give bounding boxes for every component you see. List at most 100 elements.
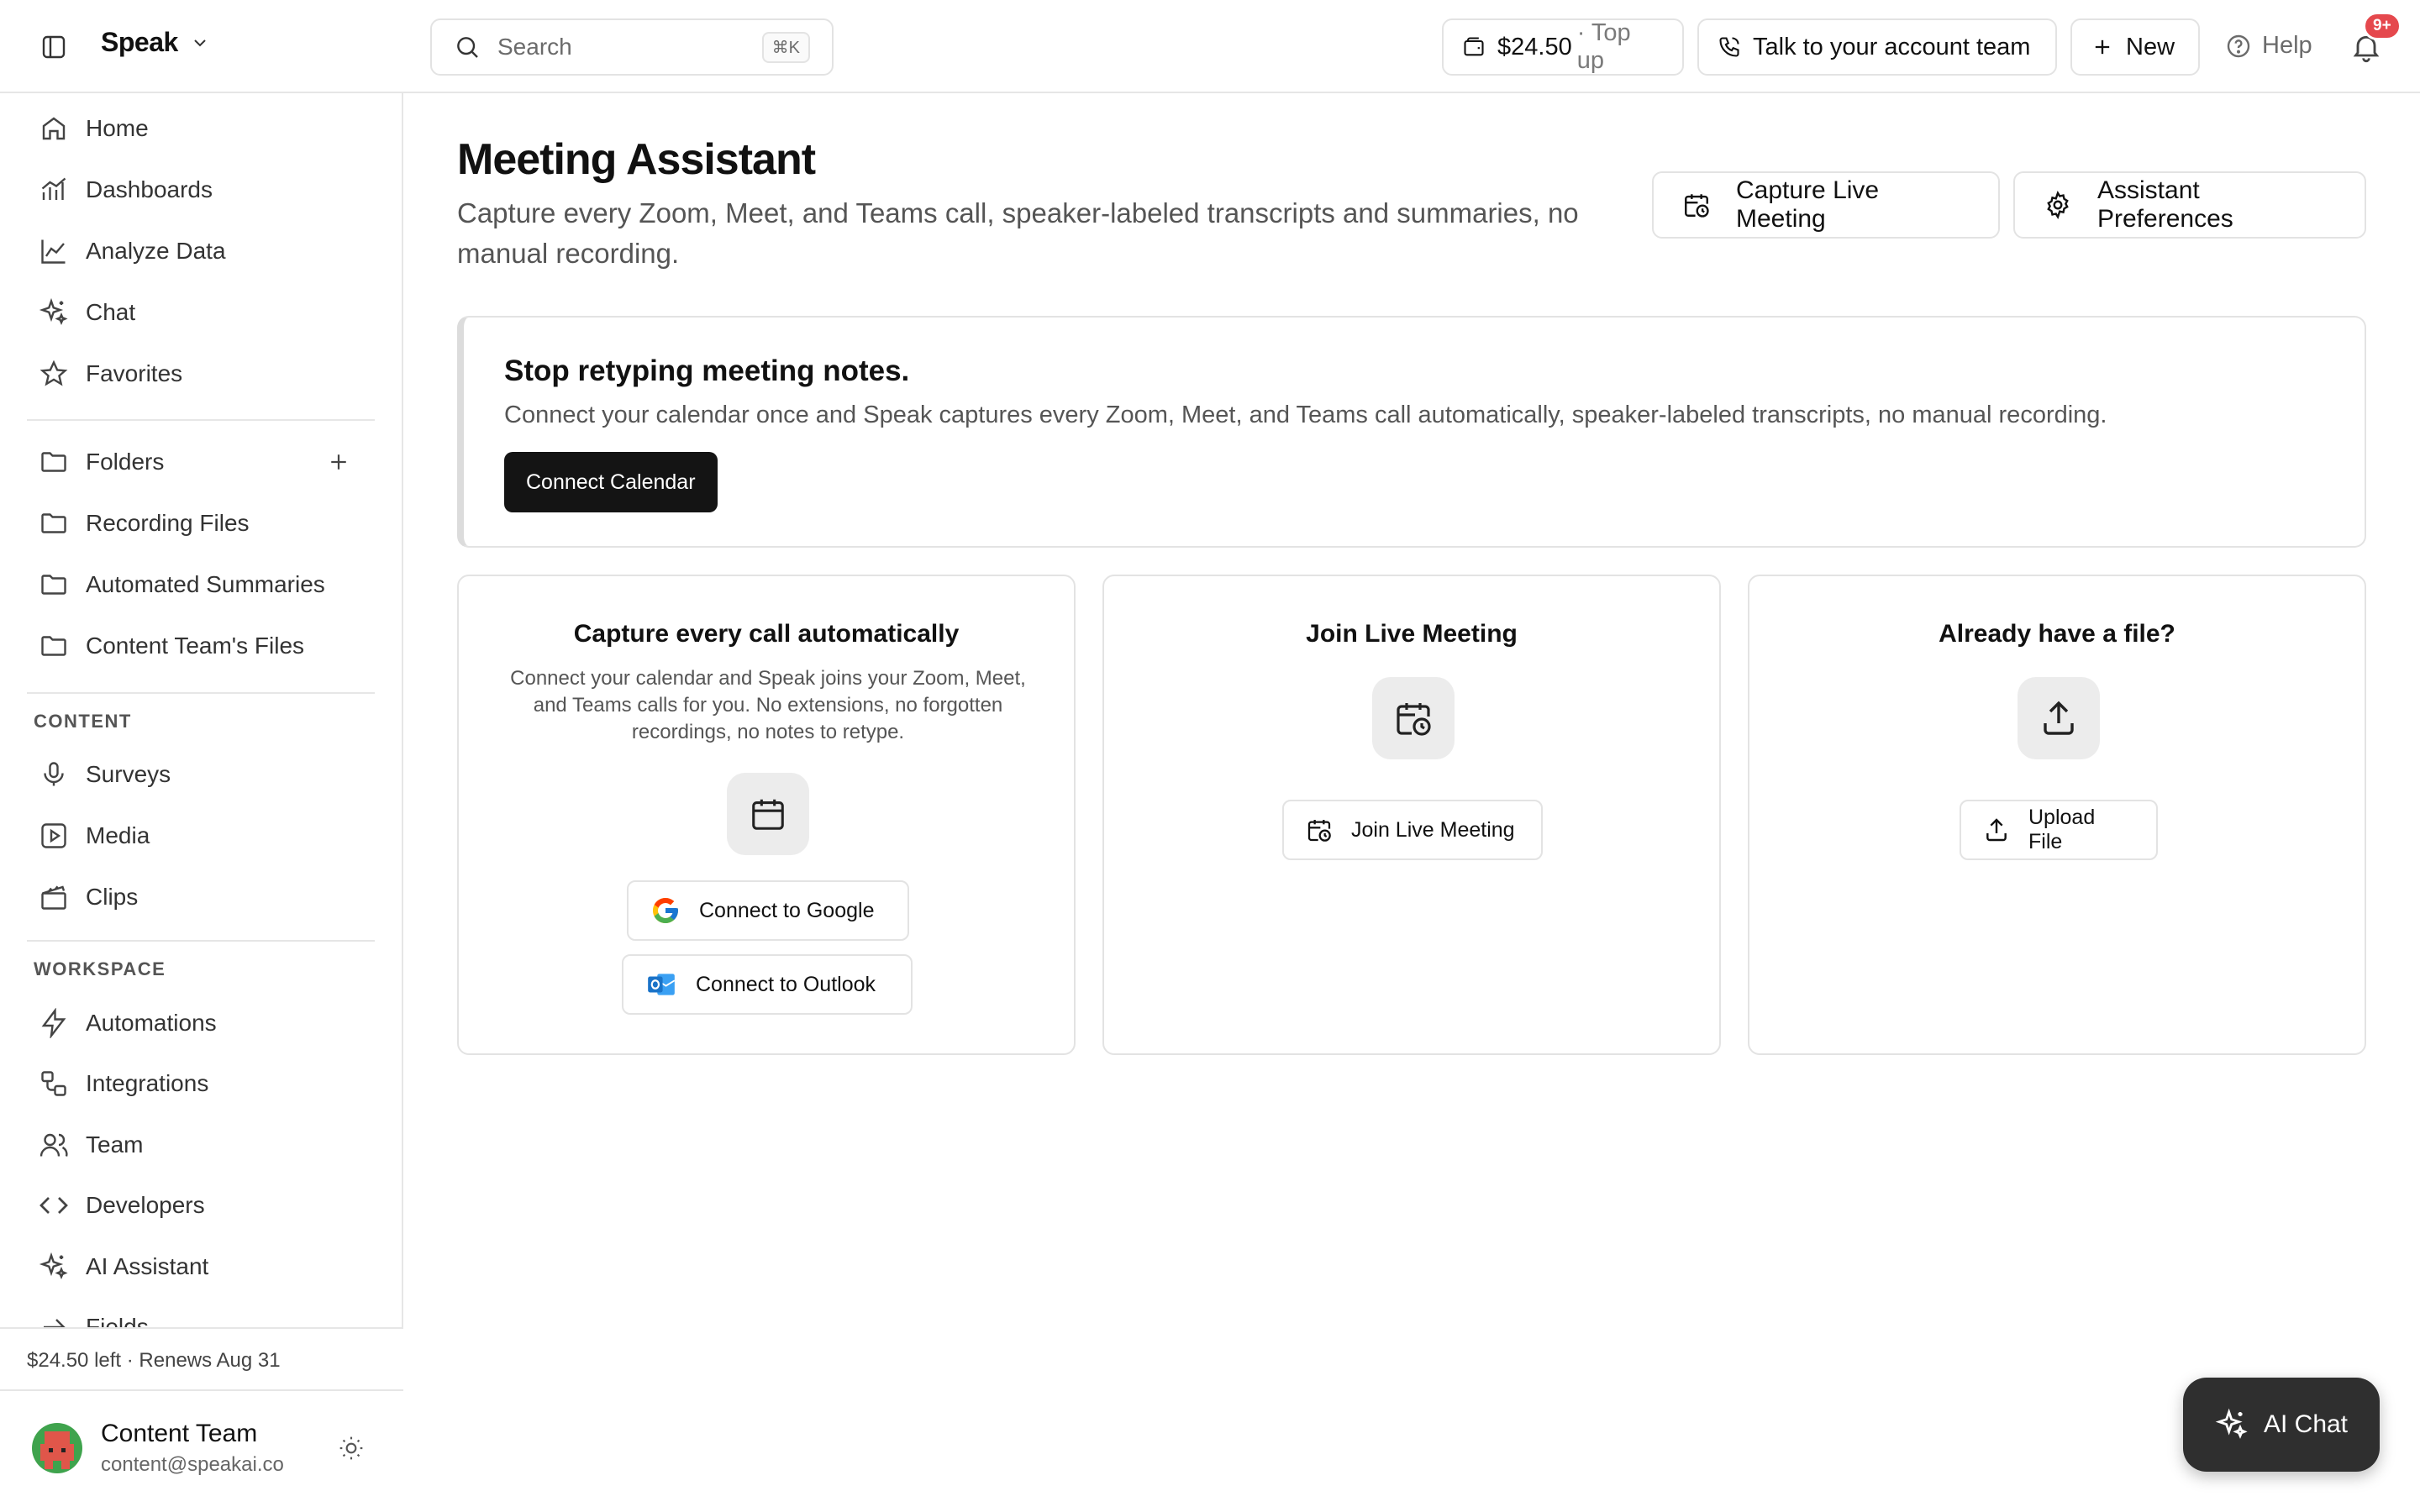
user-name[interactable]: Content Team [101,1420,257,1448]
join-live-meeting-label: Join Live Meeting [1351,817,1515,842]
connect-calendar-button[interactable]: Connect Calendar [504,452,718,512]
content-section-heading: CONTENT [34,711,132,732]
sidebar-item-label: Team [86,1131,144,1158]
sidebar-item-developers[interactable]: Developers [27,1179,376,1232]
sidebar-item-content-team-files[interactable]: Content Team's Files [27,619,376,673]
sidebar-item-label: Home [86,115,149,141]
calendar-clock-icon [1306,816,1333,843]
sidebar-item-label: Chat [86,299,136,325]
plus-icon [2091,35,2114,59]
top-bar: Speak Search ⌘K $24.50 · Top up Talk to … [0,0,2420,93]
workspace-switcher[interactable]: Speak [101,27,210,58]
sidebar-toggle-icon[interactable] [40,34,67,60]
talk-label: Talk to your account team [1753,33,2031,60]
upload-file-label: Upload File [2028,806,2096,853]
integrations-icon [39,1068,69,1099]
clapperboard-icon [39,882,69,912]
folder-icon [39,508,69,538]
star-icon [39,359,69,389]
sidebar-item-label: Integrations [86,1070,209,1096]
sidebar-item-home[interactable]: Home [27,102,376,155]
sidebar-divider [0,1389,403,1391]
help-circle-icon [2225,33,2252,60]
connect-google-button[interactable]: Connect to Google [627,880,909,941]
sidebar-item-folders[interactable]: Folders [27,435,376,489]
sidebar-item-surveys[interactable]: Surveys [27,748,376,801]
calendar-clock-icon [1372,677,1455,759]
help-button[interactable]: Help [2225,32,2312,60]
new-button[interactable]: New [2070,18,2200,76]
sidebar-item-chat[interactable]: Chat [27,286,376,339]
sidebar-divider [27,419,375,421]
talk-to-account-team-button[interactable]: Talk to your account team [1697,18,2057,76]
join-live-meeting-button[interactable]: Join Live Meeting [1282,800,1543,860]
card-title: Already have a file? [1939,620,2175,648]
balance-amount: $24.50 [1497,33,1572,60]
balance-top-up-button[interactable]: $24.50 · Top up [1442,18,1684,76]
sidebar-item-label: Clips [86,884,139,910]
new-label: New [2126,33,2175,60]
assistant-preferences-button[interactable]: Assistant Preferences [2013,171,2366,239]
top-up-label: · Top up [1576,19,1631,74]
connect-outlook-button[interactable]: Connect to Outlook [622,954,913,1015]
ai-chat-label: AI Chat [2263,1410,2349,1438]
upload-file-card: Already have a file? Upload File [1748,575,2366,1055]
plan-status: $24.50 left · Renews Aug 31 [27,1349,281,1372]
sidebar-item-media[interactable]: Media [27,809,376,863]
lightning-icon [39,1008,69,1038]
card-title: Capture every call automatically [573,620,960,648]
sidebar-item-label: Developers [86,1192,205,1218]
sidebar-item-label: Analyze Data [86,238,226,264]
sun-icon[interactable] [338,1435,365,1462]
upload-file-button[interactable]: Upload File [1960,800,2158,860]
banner-title: Stop retyping meeting notes. [504,354,910,387]
sidebar-item-label: AI Assistant [86,1253,209,1279]
sidebar-item-dashboards[interactable]: Dashboards [27,163,376,217]
join-live-meeting-card: Join Live Meeting Join Live Meeting [1102,575,1721,1055]
card-description: Connect your calendar and Speak joins yo… [510,667,1026,743]
avatar[interactable] [32,1423,82,1473]
sidebar-item-ai-assistant[interactable]: AI Assistant [27,1240,376,1294]
sidebar-item-team[interactable]: Team [27,1118,376,1172]
sidebar-item-recording-files[interactable]: Recording Files [27,496,376,550]
upload-icon [2018,677,2100,759]
google-logo-icon [650,895,681,926]
sidebar-item-label: Folders [86,449,165,475]
capture-automatically-card: Capture every call automatically Connect… [457,575,1076,1055]
home-icon [39,113,69,144]
sidebar-item-favorites[interactable]: Favorites [27,347,376,401]
search-bar[interactable]: Search ⌘K [430,18,834,76]
wallet-icon [1462,35,1486,59]
sparkles-icon [2215,1408,2249,1441]
capture-live-meeting-button[interactable]: Capture Live Meeting [1652,171,2000,239]
ai-chat-button[interactable]: AI Chat [2183,1378,2380,1472]
help-label: Help [2262,32,2312,59]
sidebar-item-label: Content Team's Files [86,633,305,659]
capture-live-meeting-label: Capture Live Meeting [1736,176,1880,233]
sparkles-icon [39,1252,69,1282]
sidebar-item-integrations[interactable]: Integrations [27,1057,376,1110]
calendar-clock-icon [1682,191,1711,219]
sidebar-item-automations[interactable]: Automations [27,996,376,1050]
page-title: Meeting Assistant [457,135,816,184]
search-icon [454,34,481,60]
gear-icon [2044,191,2072,219]
brand-name: Speak [101,27,178,57]
add-folder-plus-icon[interactable] [326,449,351,475]
sidebar-item-analyze-data[interactable]: Analyze Data [27,224,376,278]
card-title: Join Live Meeting [1306,620,1518,648]
chevron-down-icon [190,33,210,53]
sidebar-item-label: Favorites [86,360,183,386]
sidebar-item-clips[interactable]: Clips [27,870,376,924]
outlook-logo-icon [645,969,677,1000]
sidebar-item-automated-summaries[interactable]: Automated Summaries [27,558,376,612]
sidebar-item-label: Media [86,822,150,848]
upload-icon [1983,816,2010,843]
connect-outlook-label: Connect to Outlook [696,972,876,996]
microphone-icon [39,759,69,790]
sidebar-divider [27,692,375,694]
sidebar-item-label: Recording Files [86,510,250,536]
sidebar-divider [27,940,375,942]
search-placeholder: Search [497,34,572,60]
bar-chart-icon [39,175,69,205]
